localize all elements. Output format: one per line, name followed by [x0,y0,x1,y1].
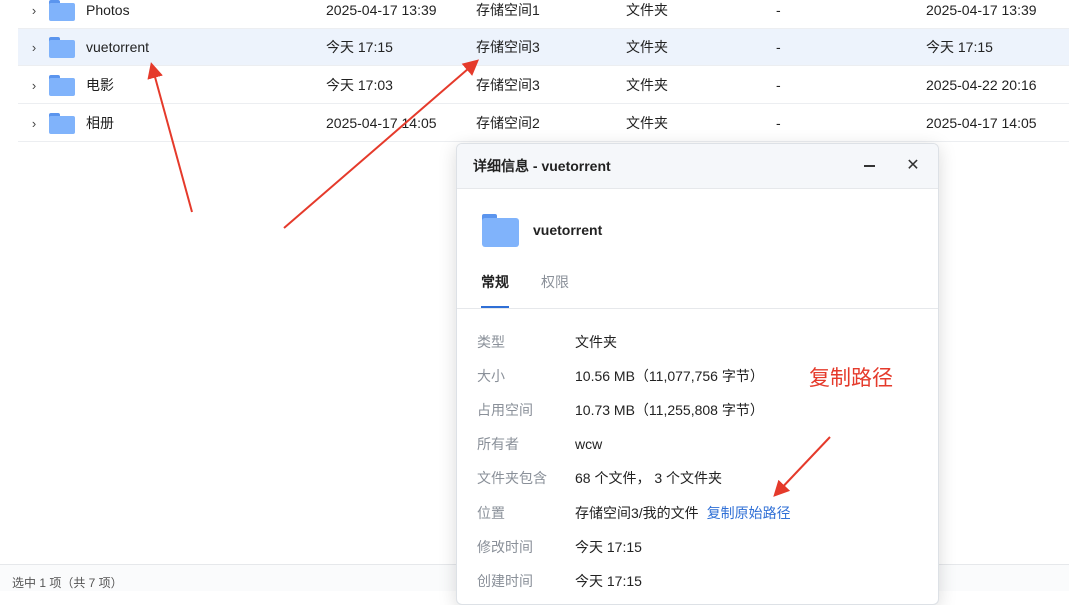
prop-value: 今天 17:15 [575,573,642,589]
prop-key: 文件夹包含 [477,470,547,486]
prop-value-wrap: 存储空间3/我的文件 复制原始路径 [575,496,791,530]
file-row-albums[interactable]: › 相册 2025-04-17 14:05 存储空间2 文件夹 - 2025-0… [18,105,1069,142]
file-name: 电影 [86,77,114,93]
file-type: 文件夹 [626,115,668,131]
file-name: vuetorrent [86,39,150,55]
file-location: 存储空间3 [476,39,540,55]
file-size: - [776,77,781,93]
file-size: - [776,39,781,55]
file-name: 相册 [86,115,114,131]
prop-key: 类型 [477,334,505,350]
file-location: 存储空间3 [476,77,540,93]
dialog-header[interactable]: 详细信息 - vuetorrent ✕ [457,144,938,189]
close-icon[interactable]: ✕ [901,154,925,178]
folder-icon [49,0,75,21]
prop-key: 创建时间 [477,573,533,589]
dialog-title: 详细信息 - vuetorrent [473,158,611,174]
selection-count: 选中 1 项（共 7 项） [12,576,123,590]
file-row-movies[interactable]: › 电影 今天 17:03 存储空间3 文件夹 - 2025-04-22 20:… [18,67,1069,104]
prop-value: wcw [575,436,603,452]
tab-general[interactable]: 常规 [481,262,509,308]
file-type: 文件夹 [626,77,668,93]
chevron-right-icon[interactable]: › [28,29,40,66]
prop-key: 所有者 [477,436,519,452]
prop-key: 大小 [477,368,505,384]
copy-original-path-link[interactable]: 复制原始路径 [707,505,791,521]
dialog-tabs: 常规 权限 [457,262,938,309]
prop-value: 68 个文件， 3 个文件夹 [575,470,723,486]
file-modified-2: 今天 17:15 [926,39,993,55]
prop-location: 位置 存储空间3/我的文件 复制原始路径 [457,496,938,530]
prop-value: 文件夹 [575,334,617,350]
minimize-icon[interactable] [857,154,881,178]
prop-value: 10.73 MB（11,255,808 字节） [575,402,764,418]
file-type: 文件夹 [626,39,668,55]
file-modified-2: 2025-04-17 14:05 [926,115,1037,131]
file-modified: 今天 17:03 [326,77,393,93]
folder-icon [49,75,75,96]
prop-value: 10.56 MB（11,077,756 字节） [575,368,764,384]
folder-icon [49,37,75,58]
file-location: 存储空间2 [476,115,540,131]
file-row-vuetorrent[interactable]: › vuetorrent 今天 17:15 存储空间3 文件夹 - 今天 17:… [18,29,1069,66]
prop-key: 修改时间 [477,539,533,555]
annotation-text: 复制路径 [809,367,893,390]
file-size: - [776,2,781,18]
file-modified: 2025-04-17 13:39 [326,2,437,18]
folder-icon [49,113,75,134]
prop-created: 创建时间 今天 17:15 [457,564,938,598]
file-modified-2: 2025-04-22 20:16 [926,77,1037,93]
file-row-photos[interactable]: › Photos 2025-04-17 13:39 存储空间1 文件夹 - 20… [18,0,1069,29]
file-modified: 今天 17:15 [326,39,393,55]
prop-modified: 修改时间 今天 17:15 [457,530,938,564]
file-size: - [776,115,781,131]
file-name: Photos [86,2,130,18]
file-modified: 2025-04-17 14:05 [326,115,437,131]
file-location: 存储空间1 [476,2,540,18]
prop-disk-usage: 占用空间 10.73 MB（11,255,808 字节） [457,393,938,427]
prop-key: 位置 [477,505,505,521]
prop-contents: 文件夹包含 68 个文件， 3 个文件夹 [457,461,938,495]
prop-key: 占用空间 [477,402,533,418]
chevron-right-icon[interactable]: › [28,105,40,142]
tab-permissions[interactable]: 权限 [541,262,569,308]
prop-value: 存储空间3/我的文件 [575,505,699,521]
chevron-right-icon[interactable]: › [28,0,40,29]
file-modified-2: 2025-04-17 13:39 [926,2,1037,18]
prop-owner: 所有者 wcw [457,427,938,461]
file-type: 文件夹 [626,2,668,18]
prop-value: 今天 17:15 [575,539,642,555]
chevron-right-icon[interactable]: › [28,67,40,104]
folder-icon [482,214,519,247]
item-name: vuetorrent [533,222,603,238]
prop-type: 类型 文件夹 [457,325,938,359]
